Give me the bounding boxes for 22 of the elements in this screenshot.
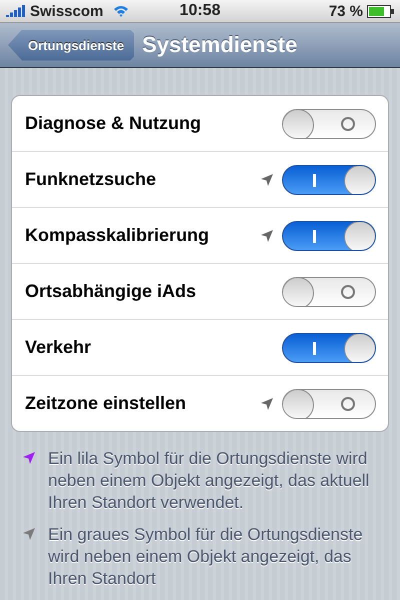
toggle-switch[interactable] — [282, 164, 376, 194]
toggle-switch[interactable] — [282, 332, 376, 362]
toggle-switch[interactable] — [282, 276, 376, 306]
setting-label: Verkehr — [25, 337, 92, 358]
battery-percent: 73 % — [328, 2, 364, 20]
setting-label: Funknetzsuche — [25, 169, 158, 190]
setting-label: Ortsabhängige iAds — [25, 281, 198, 302]
toggle-switch[interactable] — [282, 388, 376, 418]
signal-icon — [6, 5, 26, 17]
toggle-switch[interactable] — [282, 108, 376, 138]
setting-label: Diagnose & Nutzung — [25, 113, 202, 134]
page-title: Systemdienste — [142, 32, 298, 58]
back-button[interactable]: Ortungsdienste — [8, 30, 134, 60]
clock-time: 10:58 — [180, 2, 220, 20]
carrier-name: Swisscom — [30, 2, 104, 20]
setting-label: Zeitzone einstellen — [25, 393, 188, 414]
setting-label: Kompasskalibrierung — [25, 225, 210, 246]
battery-icon — [367, 4, 394, 18]
note-text: Ein lila Symbol für die Ortungsdienste wird neben einem Objekt angezeigt, das aktuell Ihren Standort verwendet. — [48, 448, 370, 514]
wifi-icon — [113, 5, 130, 17]
note-text: Ein graues Symbol für die Ortungsdienste wird neben einem Objekt angezeigt, das Ihren Standort — [48, 524, 364, 590]
toggle-switch[interactable] — [282, 220, 376, 250]
